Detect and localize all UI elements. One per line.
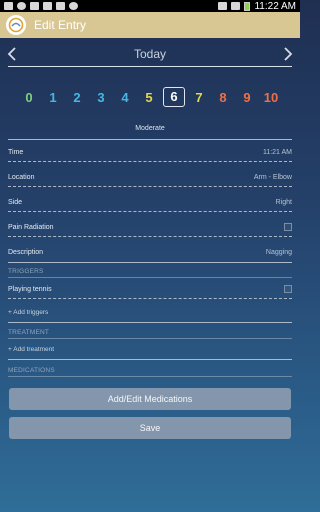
pain-level-10-button[interactable]: 10 — [259, 90, 283, 105]
pain-level-8-button[interactable]: 8 — [211, 90, 235, 105]
date-label: Today — [133, 47, 167, 61]
pain-radiation-row[interactable]: Pain Radiation — [8, 221, 292, 233]
sync-icon — [17, 2, 26, 10]
pain-level-4-button[interactable]: 4 — [113, 90, 137, 105]
side-value[interactable]: Right — [276, 199, 292, 206]
severity-label: Moderate — [135, 125, 165, 132]
pain-level-9-button[interactable]: 9 — [235, 90, 259, 105]
chevron-right-icon — [284, 47, 293, 61]
divider — [8, 298, 292, 299]
treatment-section-label: TREATMENT — [8, 329, 50, 336]
chevron-left-icon — [7, 47, 16, 61]
image-icon — [30, 2, 39, 10]
wifi-icon — [218, 2, 228, 10]
divider — [8, 236, 292, 237]
divider — [8, 211, 292, 212]
pain-radiation-label: Pain Radiation — [8, 223, 54, 231]
bag-icon — [43, 2, 52, 10]
date-navigator: Today — [0, 40, 300, 68]
divider — [8, 186, 292, 187]
time-row[interactable]: Time 11:21 AM — [8, 146, 292, 158]
divider — [8, 139, 292, 140]
usb-icon — [4, 2, 13, 10]
trigger-label: Playing tennis — [8, 285, 52, 293]
play-store-icon — [56, 2, 65, 10]
previous-day-button[interactable] — [0, 42, 24, 66]
signal-icon — [231, 2, 241, 10]
description-row[interactable]: Description Nagging — [8, 246, 292, 258]
android-icon — [69, 2, 78, 10]
status-time: 11:22 AM — [254, 0, 296, 12]
divider — [8, 277, 292, 278]
pain-level-5-button[interactable]: 5 — [137, 90, 161, 105]
time-value[interactable]: 11:21 AM — [263, 149, 292, 156]
trigger-checkbox[interactable] — [284, 285, 292, 293]
date-divider — [8, 66, 292, 67]
divider — [8, 161, 292, 162]
pain-level-2-button[interactable]: 2 — [65, 90, 89, 105]
medications-section-label: MEDICATIONS — [8, 367, 55, 374]
action-bar: Edit Entry — [0, 12, 300, 38]
system-icons: 11:22 AM — [218, 1, 296, 12]
divider — [8, 359, 292, 360]
pain-radiation-checkbox[interactable] — [284, 223, 292, 231]
side-row[interactable]: Side Right — [8, 196, 292, 208]
notification-icons — [4, 2, 78, 10]
add-treatment-link[interactable]: + Add treatment — [8, 346, 54, 353]
battery-icon — [244, 1, 251, 11]
location-row[interactable]: Location Arm - Elbow — [8, 171, 292, 183]
pain-level-3-button[interactable]: 3 — [89, 90, 113, 105]
divider — [8, 338, 292, 339]
side-label: Side — [8, 198, 23, 206]
divider — [8, 376, 292, 377]
app-logo-icon[interactable] — [6, 15, 26, 35]
location-value[interactable]: Arm - Elbow — [254, 174, 292, 181]
time-label: Time — [8, 148, 24, 156]
pain-scale: 0 1 2 3 4 5 6 7 8 9 10 — [0, 86, 300, 108]
add-edit-medications-button[interactable]: Add/Edit Medications — [9, 388, 291, 410]
description-label: Description — [8, 248, 44, 256]
screen-title: Edit Entry — [34, 18, 87, 32]
divider — [8, 322, 292, 323]
pain-level-6-button[interactable]: 6 — [163, 87, 185, 107]
pain-level-7-button[interactable]: 7 — [187, 90, 211, 105]
save-button[interactable]: Save — [9, 417, 291, 439]
next-day-button[interactable] — [276, 42, 300, 66]
status-bar: 11:22 AM — [0, 0, 300, 12]
pain-level-1-button[interactable]: 1 — [41, 90, 65, 105]
triggers-section-label: TRIGGERS — [8, 268, 44, 275]
trigger-item[interactable]: Playing tennis — [8, 283, 292, 295]
location-label: Location — [8, 173, 35, 181]
pain-level-0-button[interactable]: 0 — [17, 90, 41, 105]
divider — [8, 262, 292, 263]
description-value[interactable]: Nagging — [266, 249, 292, 256]
add-triggers-link[interactable]: + Add triggers — [8, 309, 48, 316]
